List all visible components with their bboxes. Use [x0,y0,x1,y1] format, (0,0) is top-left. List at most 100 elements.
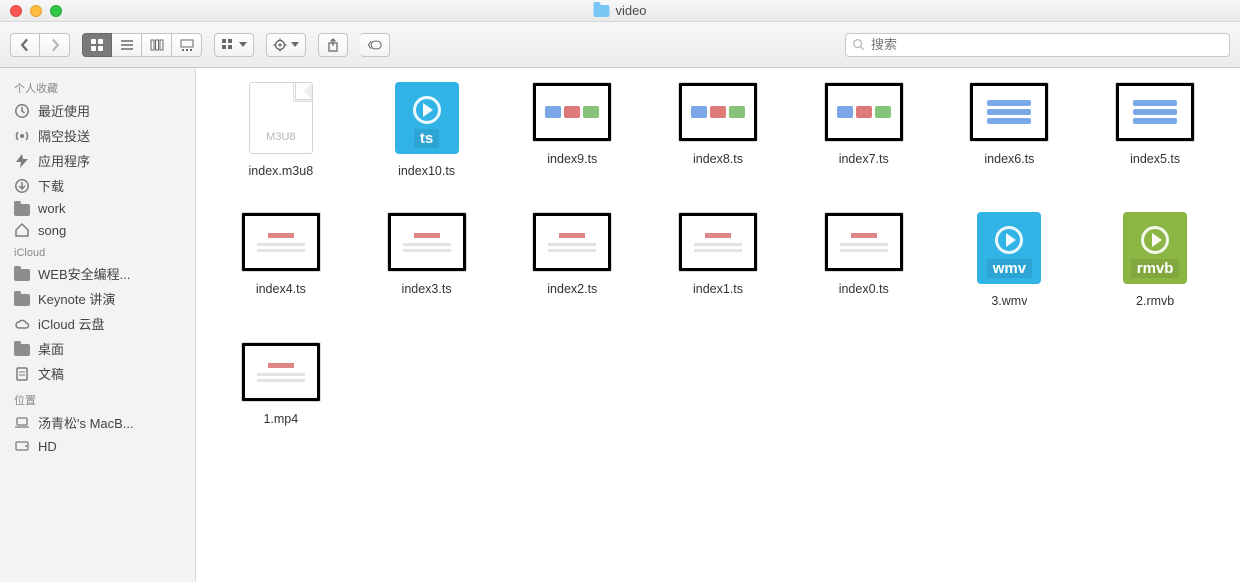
sidebar-item[interactable]: 隔空投送 [0,123,195,148]
media-icon: ts [395,82,459,154]
sidebar-item-label: WEB安全编程... [38,264,130,283]
video-thumbnail [241,342,321,402]
toolbar [0,22,1240,68]
sidebar-item-label: Keynote 讲演 [38,289,115,308]
document-icon: M3U8 [249,82,313,154]
file-name: index1.ts [693,282,743,296]
video-thumbnail [387,212,467,272]
sidebar: 个人收藏最近使用隔空投送应用程序下载 work song iCloud WEB安全编程.… [0,68,196,582]
forward-button[interactable] [40,33,70,57]
sidebar-section-title: 个人收藏 [0,74,195,98]
sidebar-item[interactable]: work [0,198,195,219]
share-button[interactable] [318,33,348,57]
sidebar-item[interactable]: WEB安全编程... [0,261,195,286]
sidebar-item[interactable]: 最近使用 [0,98,195,123]
sidebar-item[interactable]: HD [0,435,195,457]
file-item[interactable]: wmv3.wmv [945,212,1075,308]
sidebar-item-label: 应用程序 [38,151,90,170]
video-thumbnail [678,82,758,142]
file-item[interactable]: 1.mp4 [216,342,346,426]
file-name: 3.wmv [991,294,1027,308]
file-name: index2.ts [547,282,597,296]
group-by [214,33,254,57]
sidebar-item[interactable]: iCloud 云盘 [0,311,195,336]
column-view-button[interactable] [142,33,172,57]
sidebar-section-title: iCloud [0,241,195,261]
sidebar-section-title: 位置 [0,386,195,410]
folder-icon [593,5,609,17]
file-name: index3.ts [402,282,452,296]
video-thumbnail [532,82,612,142]
group-by-button[interactable] [214,33,254,57]
sidebar-item-label: 隔空投送 [38,126,90,145]
sidebar-item-label: iCloud 云盘 [38,314,104,333]
sidebar-item-label: 下载 [38,176,64,195]
view-mode-buttons [82,33,202,57]
file-name: index4.ts [256,282,306,296]
file-item[interactable]: M3U8index.m3u8 [216,82,346,178]
chevron-down-icon [239,42,247,47]
file-item[interactable]: index4.ts [216,212,346,308]
search-input[interactable] [871,37,1223,52]
sidebar-item[interactable]: 应用程序 [0,148,195,173]
file-name: 2.rmvb [1136,294,1174,308]
video-thumbnail [241,212,321,272]
file-item[interactable]: index3.ts [362,212,492,308]
search-icon [852,38,865,51]
sidebar-item-label: 最近使用 [38,101,90,120]
video-thumbnail [1115,82,1195,142]
file-item[interactable]: index7.ts [799,82,929,178]
file-item[interactable]: index5.ts [1090,82,1220,178]
chevron-down-icon [291,42,299,47]
sidebar-item[interactable]: Keynote 讲演 [0,286,195,311]
media-icon: rmvb [1123,212,1187,284]
gallery-view-button[interactable] [172,33,202,57]
file-item[interactable]: index0.ts [799,212,929,308]
traffic-lights [0,5,62,17]
sidebar-item-label: 桌面 [38,339,64,358]
action-button[interactable] [266,33,306,57]
file-item[interactable]: ts index10.ts [362,82,492,178]
file-name: index7.ts [839,152,889,166]
file-name: index8.ts [693,152,743,166]
video-thumbnail [532,212,612,272]
file-item[interactable]: rmvb 2.rmvb [1090,212,1220,308]
file-item[interactable]: index6.ts [945,82,1075,178]
video-thumbnail [824,212,904,272]
sidebar-item[interactable]: 下载 [0,173,195,198]
icon-view-button[interactable] [82,33,112,57]
file-name: index9.ts [547,152,597,166]
window-titlebar: video [0,0,1240,22]
sidebar-item-label: song [38,223,66,238]
nav-buttons [10,33,70,57]
back-button[interactable] [10,33,40,57]
file-item[interactable]: index2.ts [507,212,637,308]
tags-button[interactable] [360,33,390,57]
sidebar-item-label: 文稿 [38,364,64,383]
file-item[interactable]: index9.ts [507,82,637,178]
list-view-button[interactable] [112,33,142,57]
sidebar-item[interactable]: song [0,219,195,241]
sidebar-item-label: HD [38,439,57,454]
file-name: index6.ts [984,152,1034,166]
window-title: video [593,3,646,18]
sidebar-item-label: 汤青松's MacB... [38,413,134,432]
close-button[interactable] [10,5,22,17]
video-thumbnail [824,82,904,142]
minimize-button[interactable] [30,5,42,17]
sidebar-item[interactable]: 桌面 [0,336,195,361]
file-name: index5.ts [1130,152,1180,166]
file-item[interactable]: index1.ts [653,212,783,308]
window-title-text: video [615,3,646,18]
sidebar-item[interactable]: 汤青松's MacB... [0,410,195,435]
file-item[interactable]: index8.ts [653,82,783,178]
file-grid: M3U8index.m3u8 ts index10.ts index9.ts index… [196,68,1240,582]
search-field[interactable] [845,33,1230,57]
file-name: 1.mp4 [263,412,298,426]
video-thumbnail [678,212,758,272]
file-name: index10.ts [398,164,455,178]
sidebar-item-label: work [38,201,65,216]
sidebar-item[interactable]: 文稿 [0,361,195,386]
zoom-button[interactable] [50,5,62,17]
file-name: index0.ts [839,282,889,296]
